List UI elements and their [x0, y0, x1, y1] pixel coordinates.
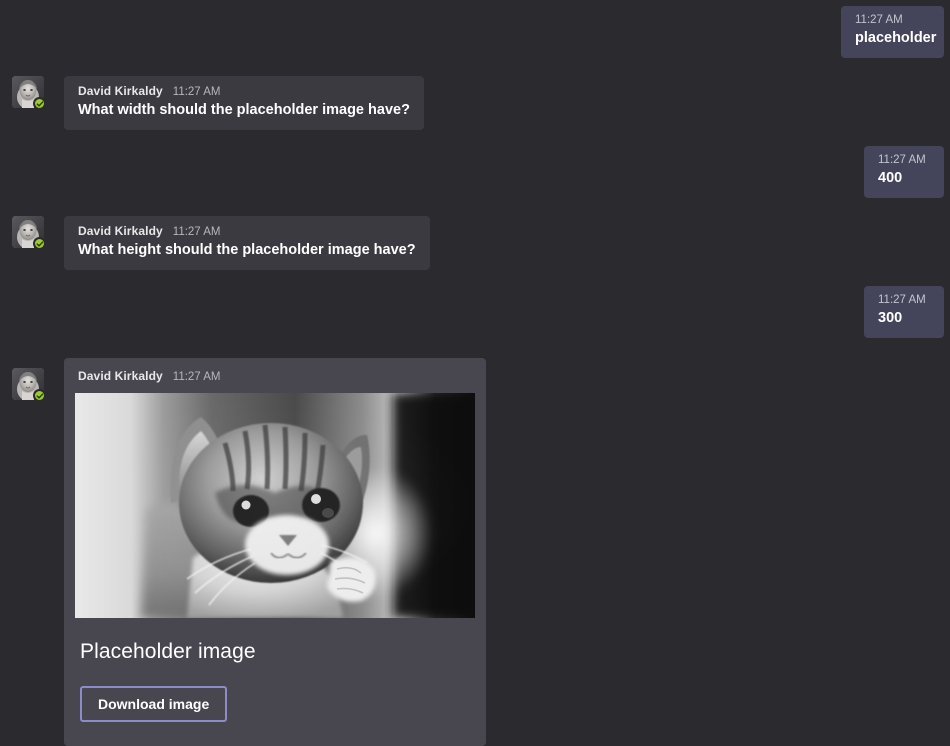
message-text: 300: [878, 310, 903, 326]
avatar[interactable]: [12, 216, 46, 250]
message-timestamp: 11:27 AM: [878, 154, 926, 166]
message-meta: 11:27 AM: [855, 14, 930, 26]
message-row-incoming: David Kirkaldy 11:27 AM What width shoul…: [12, 76, 424, 130]
avatar[interactable]: [12, 368, 46, 402]
message-bubble-incoming[interactable]: David Kirkaldy 11:27 AM What height shou…: [64, 216, 430, 270]
message-bubble-outgoing[interactable]: 11:27 AM 300: [864, 286, 944, 338]
message-timestamp: 11:27 AM: [172, 371, 221, 383]
card-title: Placeholder image: [80, 640, 256, 663]
message-row-incoming: David Kirkaldy 11:27 AM What height shou…: [12, 216, 430, 270]
message-meta: David Kirkaldy 11:27 AM: [78, 84, 410, 98]
message-bubble-outgoing[interactable]: 11:27 AM placeholder: [841, 6, 944, 58]
message-meta: 11:27 AM: [878, 294, 930, 306]
card-meta: David Kirkaldy 11:27 AM: [64, 358, 486, 383]
presence-available-check-icon: [33, 389, 46, 402]
message-timestamp: 11:27 AM: [172, 226, 221, 238]
avatar[interactable]: [12, 76, 46, 110]
presence-available-check-icon: [33, 97, 46, 110]
image-attachment-card[interactable]: David Kirkaldy 11:27 AM Placeholder imag…: [64, 358, 486, 746]
kitten-photo[interactable]: [75, 393, 475, 618]
message-text: What height should the placeholder image…: [78, 242, 416, 258]
chat-message-list: 11:27 AM placeholder David Kirkaldy 11:2…: [0, 0, 950, 746]
card-actions: Download image: [64, 664, 486, 722]
message-sender-name: David Kirkaldy: [78, 369, 163, 383]
message-bubble-outgoing[interactable]: 11:27 AM 400: [864, 146, 944, 198]
message-meta: 11:27 AM: [878, 154, 930, 166]
message-text: placeholder: [855, 30, 937, 46]
message-timestamp: 11:27 AM: [855, 14, 903, 26]
message-timestamp: 11:27 AM: [878, 294, 926, 306]
message-sender-name: David Kirkaldy: [78, 84, 163, 98]
message-meta: David Kirkaldy 11:27 AM: [78, 369, 472, 383]
message-text: 400: [878, 170, 903, 186]
message-timestamp: 11:27 AM: [172, 86, 221, 98]
download-image-button[interactable]: Download image: [80, 686, 228, 722]
message-meta: David Kirkaldy 11:27 AM: [78, 224, 416, 238]
message-row-image-card: David Kirkaldy 11:27 AM Placeholder imag…: [12, 358, 486, 746]
message-sender-name: David Kirkaldy: [78, 224, 163, 238]
message-text: What width should the placeholder image …: [78, 102, 410, 118]
message-bubble-incoming[interactable]: David Kirkaldy 11:27 AM What width shoul…: [64, 76, 424, 130]
presence-available-check-icon: [33, 237, 46, 250]
